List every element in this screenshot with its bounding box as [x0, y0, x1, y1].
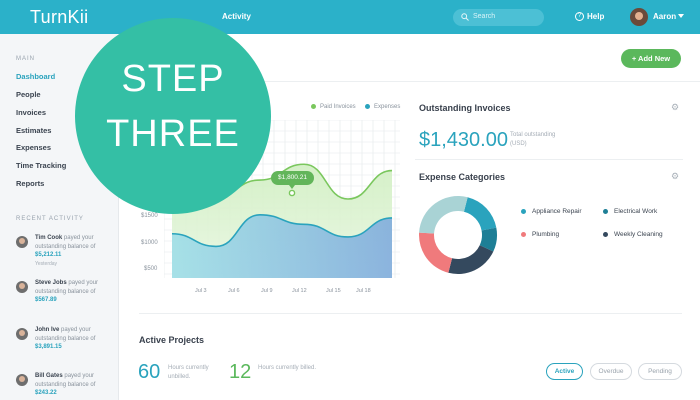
expense-categories-title: Expense Categories	[419, 172, 506, 182]
legend-weekly-cleaning: Weekly Cleaning	[603, 231, 663, 238]
x-tick-label: Jul 6	[228, 288, 240, 294]
y-tick-label: $1000	[141, 240, 158, 246]
x-tick-label: Jul 15	[326, 288, 341, 294]
legend-paid-invoices: Paid Invoices	[311, 104, 356, 110]
sidebar-item-time-tracking[interactable]: Time Tracking	[16, 161, 66, 170]
donut-slice-other[interactable]	[419, 196, 468, 234]
chevron-down-icon[interactable]	[678, 14, 684, 18]
filter-active-button[interactable]: Active	[546, 363, 583, 380]
legend-appliance-repair: Appliance Repair	[521, 208, 582, 215]
section-divider	[415, 159, 683, 160]
legend-label: Appliance Repair	[532, 208, 582, 215]
user-avatar[interactable]	[630, 8, 648, 26]
donut-slice-plumbing[interactable]	[419, 232, 453, 273]
sidebar-heading-main: MAIN	[16, 56, 35, 62]
unbilled-hours-value: 60	[138, 361, 161, 383]
x-tick-label: Jul 12	[292, 288, 307, 294]
user-name[interactable]: Aaron	[653, 12, 676, 21]
activity-name: Steve Jobs	[35, 280, 67, 286]
highlighted-data-point[interactable]	[288, 189, 296, 197]
activity-name: Tim Cook	[35, 235, 63, 241]
avatar	[16, 328, 28, 340]
donut-slice-weekly-cleaning[interactable]	[448, 245, 494, 274]
unbilled-hours-note: Hours currently unbilled.	[168, 365, 209, 380]
activity-time: Yesterday	[35, 260, 58, 267]
outstanding-invoices-title: Outstanding Invoices	[419, 103, 511, 113]
outstanding-amount: $1,430.00	[419, 129, 508, 151]
gear-icon[interactable]: ⚙	[671, 171, 679, 182]
sidebar-item-invoices[interactable]: Invoices	[16, 108, 46, 117]
step-label: STEP	[121, 58, 225, 100]
x-tick-label: Jul 18	[356, 288, 371, 294]
sidebar-item-estimates[interactable]: Estimates	[16, 126, 51, 135]
sidebar-item-people[interactable]: People	[16, 90, 41, 99]
search-input[interactable]: Search	[453, 9, 544, 26]
activity-amount: $5,212.11	[35, 252, 62, 258]
expense-donut-chart[interactable]	[418, 195, 498, 275]
gear-icon[interactable]: ⚙	[671, 102, 679, 113]
x-tick-label: Jul 3	[195, 288, 207, 294]
activity-name: John Ive	[35, 327, 60, 333]
avatar	[16, 236, 28, 248]
sidebar-heading-recent: RECENT ACTIVITY	[16, 216, 84, 222]
chart-tooltip: $1,800.21	[271, 171, 314, 189]
legend-dot	[521, 208, 526, 214]
section-divider	[139, 313, 682, 314]
activity-amount: $3,891.15	[35, 344, 62, 350]
legend-dot	[521, 231, 526, 237]
step-badge: STEP THREE	[75, 18, 271, 214]
brand-logo[interactable]: TurnKii	[30, 7, 88, 28]
step-number-label: THREE	[106, 113, 240, 155]
sidebar-item-reports[interactable]: Reports	[16, 179, 44, 188]
sidebar-item-expenses[interactable]: Expenses	[16, 143, 51, 152]
active-projects-title: Active Projects	[139, 335, 205, 345]
donut-slice-appliance-repair[interactable]	[463, 197, 497, 231]
legend-plumbing: Plumbing	[521, 231, 559, 238]
legend-label: Weekly Cleaning	[614, 231, 663, 238]
billed-hours-note: Hours currently billed.	[258, 365, 317, 371]
legend-electrical-work: Electrical Work	[603, 208, 657, 215]
x-tick-label: Jul 9	[261, 288, 273, 294]
billed-hours-value: 12	[229, 361, 252, 383]
help-link[interactable]: Help	[587, 12, 604, 21]
top-bar: TurnKii Activity Search ? Help Aaron	[0, 0, 700, 34]
activity-name: Bill Gates	[35, 373, 63, 379]
filter-overdue-button[interactable]: Overdue	[590, 363, 632, 380]
legend-label: Electrical Work	[614, 208, 658, 215]
help-icon[interactable]: ?	[575, 12, 584, 21]
activity-amount: $567.89	[35, 297, 57, 303]
nav-activity[interactable]: Activity	[222, 12, 251, 21]
avatar	[16, 374, 28, 386]
outstanding-note: Total outstanding (USD)	[510, 132, 556, 147]
y-tick-label: $500	[144, 266, 158, 272]
search-placeholder: Search	[473, 13, 496, 20]
legend-dot	[603, 208, 608, 214]
y-tick-label: $1500	[141, 213, 158, 219]
legend-dot	[603, 231, 608, 237]
sidebar-item-dashboard[interactable]: Dashboard	[16, 72, 55, 81]
legend-expenses: Expenses	[365, 104, 400, 110]
legend-label: Plumbing	[532, 231, 560, 238]
filter-pending-button[interactable]: Pending	[638, 363, 682, 380]
activity-amount: $243.22	[35, 390, 57, 396]
avatar	[16, 281, 28, 293]
search-icon	[461, 13, 469, 21]
add-new-button[interactable]: + Add New	[621, 49, 681, 68]
